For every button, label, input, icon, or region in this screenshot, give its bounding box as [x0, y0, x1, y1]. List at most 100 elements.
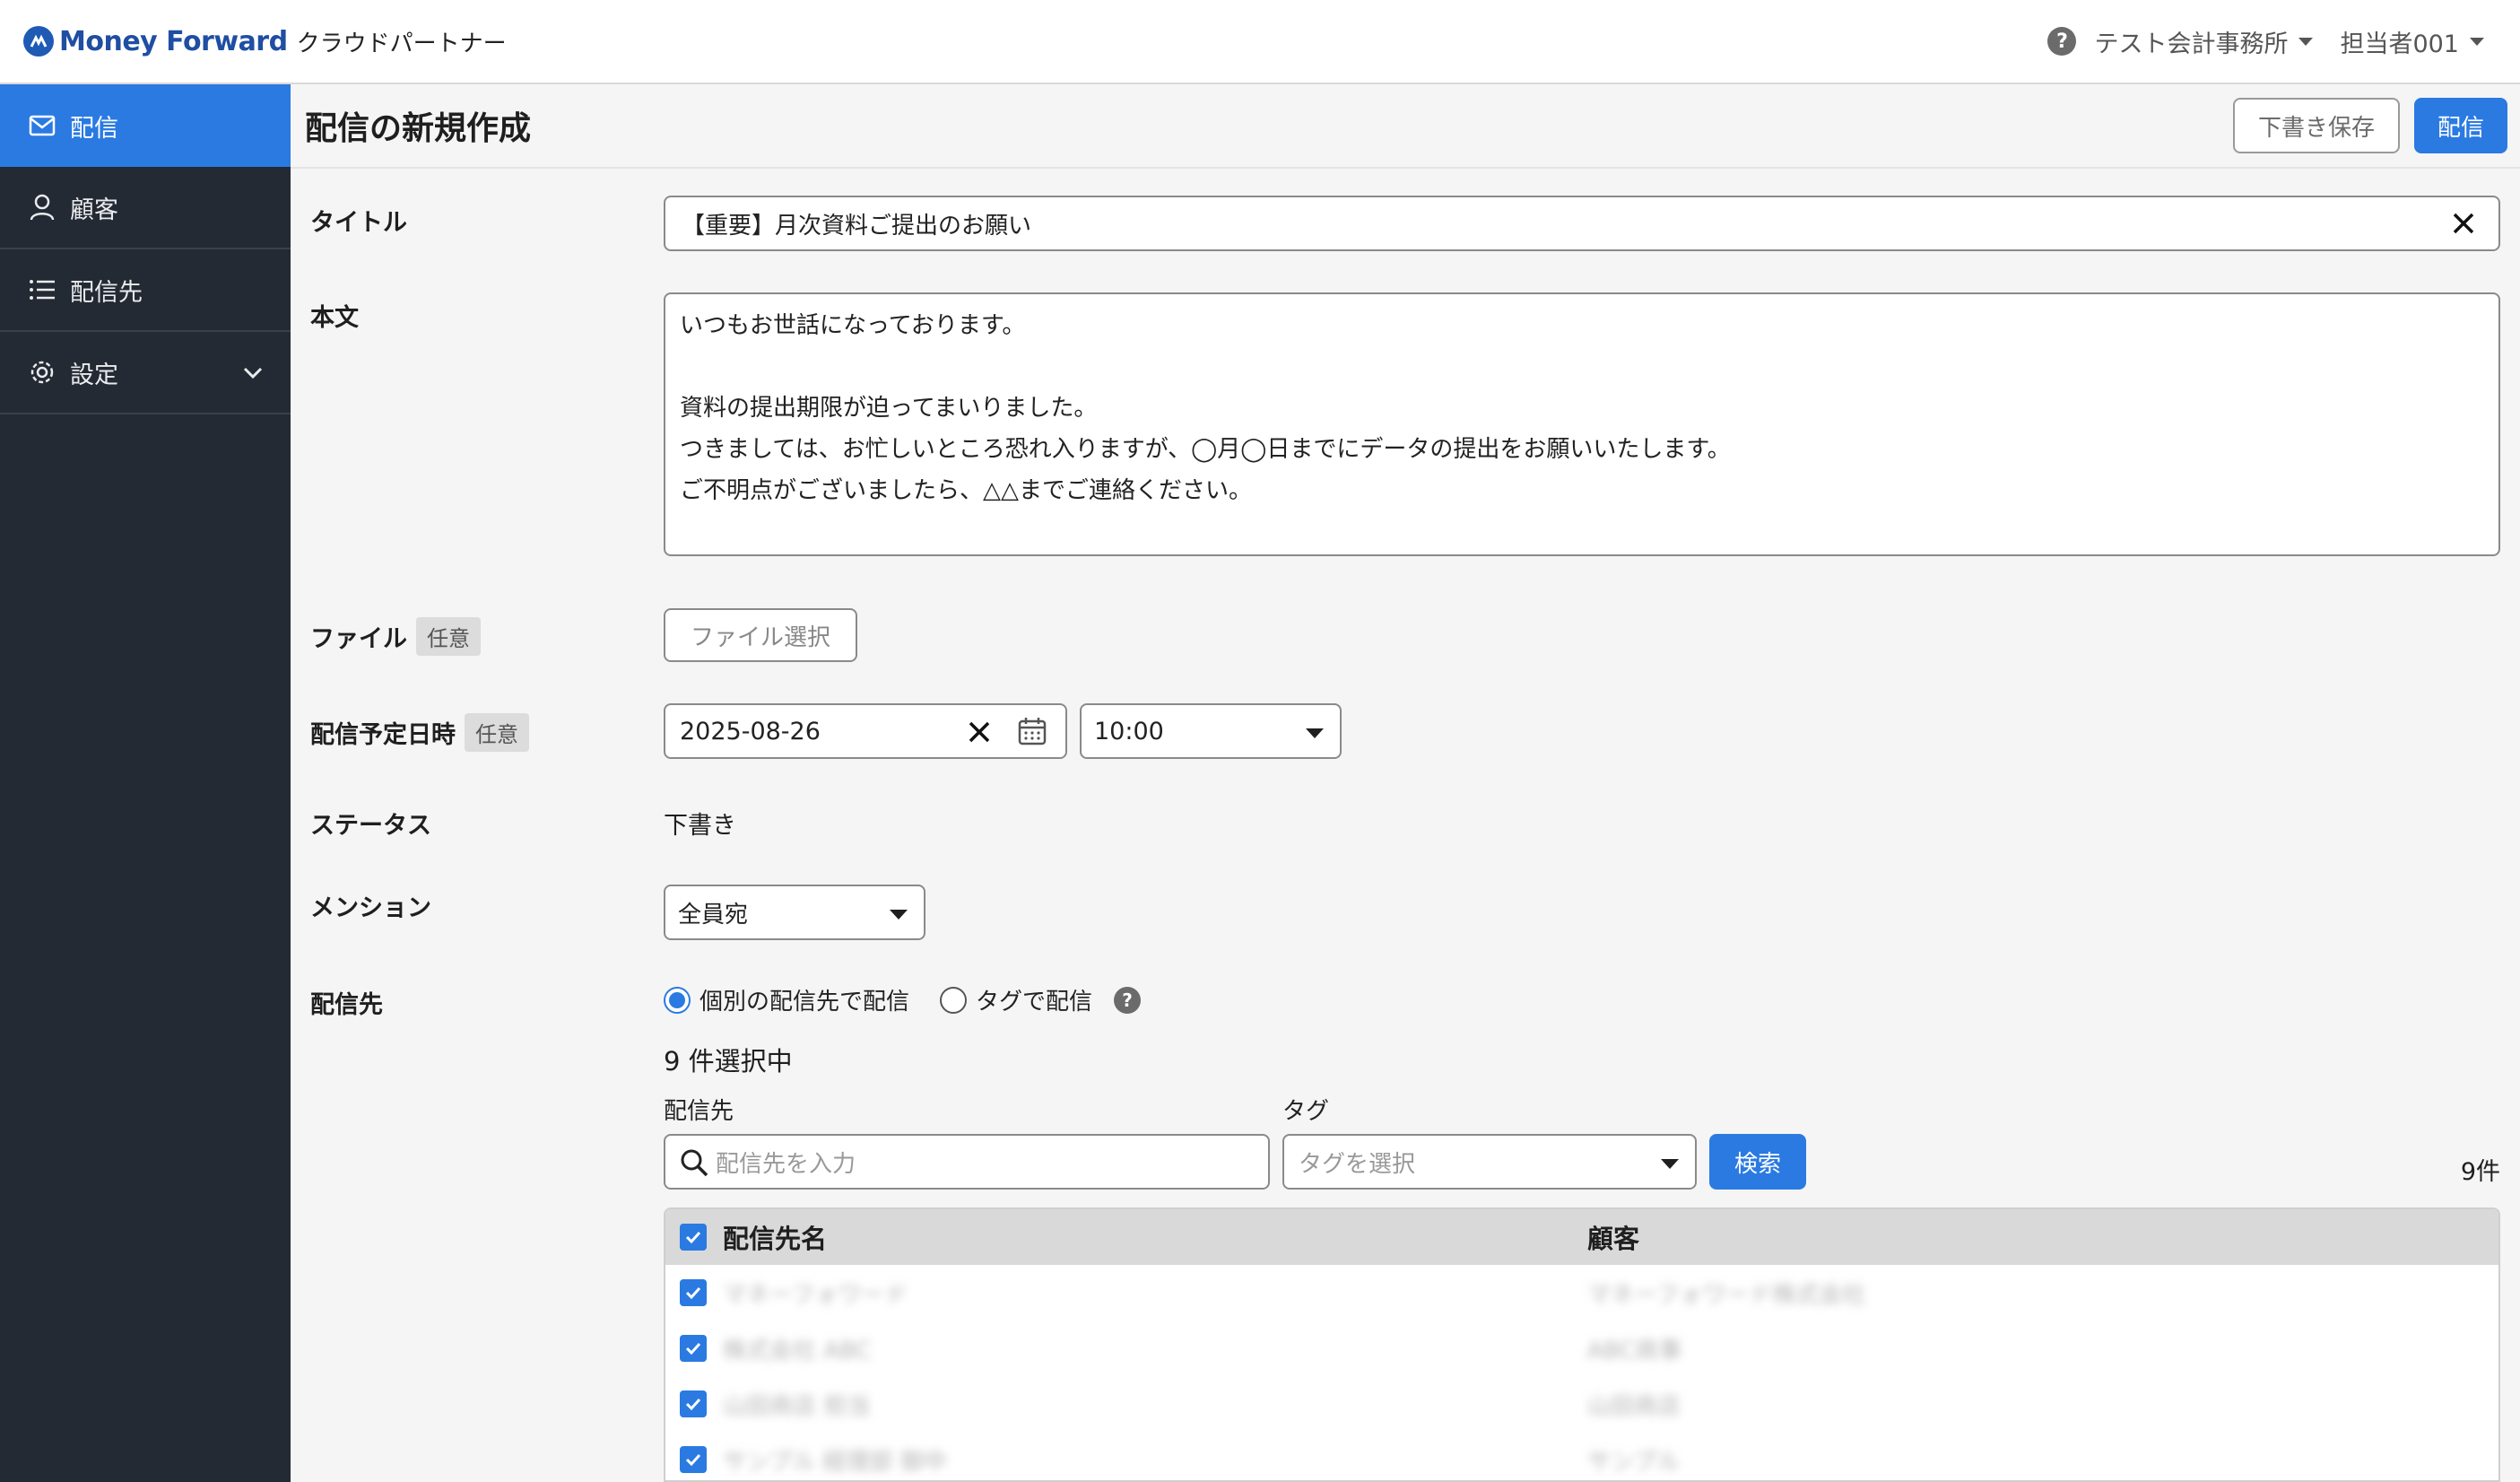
logo-text: Money Forward [59, 25, 288, 57]
row-checkbox[interactable] [680, 1279, 707, 1306]
mention-select[interactable]: 全員宛 [664, 885, 925, 940]
title-label: タイトル [310, 203, 407, 238]
time-select[interactable]: 10:00 [1080, 703, 1342, 759]
caret-down-icon [1661, 1159, 1679, 1169]
app-logo[interactable]: Money Forward クラウドパートナー [23, 25, 507, 58]
sidebar-item-recipients[interactable]: 配信先 [0, 249, 291, 332]
person-icon [27, 192, 57, 222]
recipients-table: 配信先名 顧客 マネーフォワード マネーフォワード株式会社 株式会社 ABC A… [664, 1207, 2500, 1482]
file-label: ファイル 任意 [310, 617, 481, 656]
column-header-name[interactable]: 配信先名 [723, 1218, 1587, 1256]
sidebar-item-delivery[interactable]: 配信 [0, 84, 291, 167]
file-select-button[interactable]: ファイル選択 [664, 608, 857, 662]
optional-badge: 任意 [416, 617, 481, 656]
customer-name: サンプル [1587, 1448, 1681, 1476]
mail-icon [27, 110, 57, 141]
mention-label: メンション [310, 888, 431, 923]
caret-down-icon [2298, 37, 2314, 46]
sidebar-item-label: 設定 [70, 361, 118, 389]
calendar-icon[interactable] [1017, 716, 1047, 753]
mention-label-text: メンション [310, 894, 431, 922]
delivery-mode-radio-group: 個別の配信先で配信 タグで配信 ? [664, 983, 1142, 1016]
row-checkbox[interactable] [680, 1335, 707, 1362]
selected-count: 9 件選択中 [664, 1046, 793, 1077]
sidebar-item-settings[interactable]: 設定 [0, 332, 291, 414]
recipients-label: 配信先 [310, 985, 383, 1020]
row-checkbox[interactable] [680, 1446, 707, 1473]
mention-value: 全員宛 [678, 901, 749, 928]
table-header: 配信先名 顧客 [665, 1209, 2498, 1265]
clear-title-icon[interactable] [2448, 208, 2479, 245]
sidebar-item-label: 顧客 [70, 196, 118, 224]
schedule-label: 配信予定日時 任意 [310, 713, 529, 752]
caret-down-icon [2470, 37, 2484, 46]
file-label-text: ファイル [310, 625, 407, 653]
schedule-label-text: 配信予定日時 [310, 721, 456, 749]
user-menu[interactable]: 担当者001 [2340, 24, 2484, 59]
title-label-text: タイトル [310, 209, 407, 237]
recipient-name: サンプル 経理部 御中 [723, 1448, 947, 1476]
column-header-customer[interactable]: 顧客 [1587, 1218, 1639, 1256]
gear-icon [27, 357, 57, 388]
result-count: 9件 [2460, 1158, 2500, 1186]
body-line [680, 346, 2484, 388]
body-line: ご不明点がございましたら、△△までご連絡ください。 [680, 477, 1252, 504]
caret-down-icon [1306, 728, 1324, 738]
chevron-down-icon [242, 359, 264, 387]
office-name: テスト会計事務所 [2094, 30, 2289, 58]
radio-tag[interactable] [940, 986, 968, 1014]
body-line: 資料の提出期限が迫ってまいりました。 [680, 395, 1098, 422]
save-draft-button[interactable]: 下書き保存 [2232, 98, 2400, 153]
sidebar-item-customers[interactable]: 顧客 [0, 167, 291, 249]
search-button[interactable]: 検索 [1709, 1134, 1806, 1190]
body-label: 本文 [310, 298, 359, 333]
user-name: 担当者001 [2340, 30, 2459, 58]
search-icon [678, 1146, 710, 1185]
filter-tag-label: タグ [1282, 1098, 1330, 1125]
status-label: ステータス [310, 806, 431, 841]
recipient-search-placeholder: 配信先を入力 [716, 1150, 856, 1178]
sidebar-item-label: 配信先 [70, 278, 143, 307]
date-input[interactable]: 2025-08-26 [664, 703, 1067, 759]
radio-individual[interactable] [664, 986, 691, 1014]
body-line: いつもお世話になっております。 [680, 312, 1026, 339]
radio-tag-label[interactable]: タグで配信 [976, 983, 1092, 1016]
status-value: 下書き [664, 812, 736, 840]
recipient-name: 株式会社 ABC [723, 1337, 872, 1364]
body-line: つきましては、お忙しいところ恐れ入りますが、◯月◯日までにデータの提出をお願いい… [680, 436, 1731, 463]
optional-badge: 任意 [465, 713, 529, 752]
time-value: 10:00 [1094, 717, 1164, 745]
body-textarea[interactable]: いつもお世話になっております。 資料の提出期限が迫ってまいりました。 つきまして… [664, 292, 2500, 556]
select-all-checkbox[interactable] [680, 1224, 707, 1251]
tag-select-placeholder: タグを選択 [1299, 1150, 1416, 1178]
recipient-search-input[interactable]: 配信先を入力 [664, 1134, 1270, 1190]
date-value: 2025-08-26 [680, 717, 821, 745]
body-label-text: 本文 [310, 304, 359, 332]
sidebar: 配信 顧客 配信先 設定 [0, 84, 291, 1482]
customer-name: マネーフォワード株式会社 [1587, 1281, 1866, 1309]
title-input[interactable]: 【重要】月次資料ご提出のお願い [664, 196, 2500, 251]
top-header: Money Forward クラウドパートナー ? テスト会計事務所 担当者00… [0, 0, 2520, 84]
clear-date-icon[interactable] [965, 718, 994, 753]
table-row[interactable]: 山田商店 担当 山田商店 [665, 1376, 2498, 1432]
money-forward-logo-icon [23, 26, 54, 57]
sidebar-item-label: 配信 [70, 114, 118, 143]
main-content: 配信の新規作成 下書き保存 配信 タイトル 【重要】月次資料ご提出のお願い 本文… [291, 84, 2520, 1482]
page-header: 配信の新規作成 下書き保存 配信 [291, 84, 2520, 169]
tag-select[interactable]: タグを選択 [1282, 1134, 1697, 1190]
recipients-label-text: 配信先 [310, 991, 383, 1019]
row-checkbox[interactable] [680, 1390, 707, 1417]
title-value: 【重要】月次資料ご提出のお願い [682, 212, 1032, 240]
help-icon[interactable]: ? [1114, 986, 1142, 1014]
recipient-name: 山田商店 担当 [723, 1392, 871, 1420]
table-row[interactable]: マネーフォワード マネーフォワード株式会社 [665, 1265, 2498, 1321]
logo-subtext: クラウドパートナー [296, 30, 507, 57]
table-row[interactable]: 株式会社 ABC ABC商事 [665, 1321, 2498, 1376]
table-row[interactable]: サンプル 経理部 御中 サンプル [665, 1432, 2498, 1480]
status-label-text: ステータス [310, 812, 431, 840]
radio-individual-label[interactable]: 個別の配信先で配信 [700, 983, 909, 1016]
send-button[interactable]: 配信 [2413, 98, 2507, 153]
office-menu[interactable]: テスト会計事務所 [2094, 24, 2314, 59]
help-icon[interactable]: ? [2047, 27, 2077, 56]
page-title: 配信の新規作成 [305, 110, 532, 147]
